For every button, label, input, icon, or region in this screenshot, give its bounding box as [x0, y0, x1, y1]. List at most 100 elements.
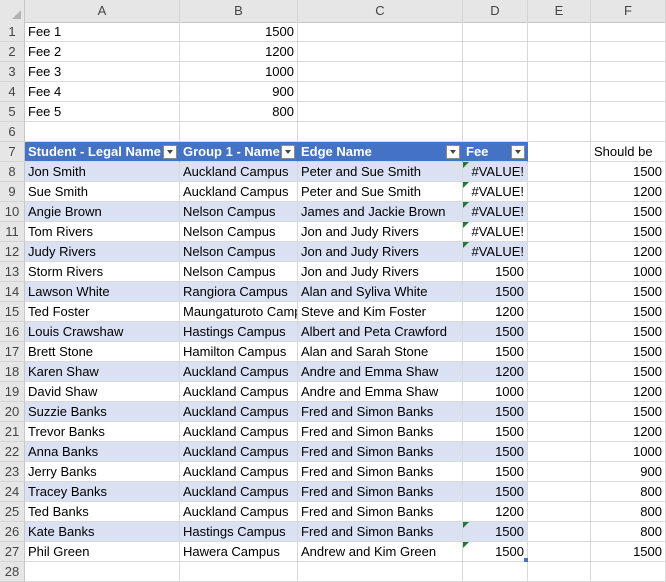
should-be-cell[interactable]: 1200 — [591, 182, 666, 202]
empty-cell[interactable] — [528, 162, 591, 182]
empty-cell[interactable] — [463, 122, 528, 142]
row-header[interactable]: 6 — [0, 122, 25, 142]
empty-cell[interactable] — [528, 122, 591, 142]
empty-cell[interactable] — [591, 62, 666, 82]
student-name-cell[interactable]: Tracey Banks — [25, 482, 180, 502]
student-name-cell[interactable]: Sue Smith — [25, 182, 180, 202]
empty-cell[interactable] — [528, 282, 591, 302]
group-name-cell[interactable]: Auckland Campus — [180, 362, 298, 382]
should-be-header[interactable]: Should be — [591, 142, 666, 162]
group-name-cell[interactable]: Auckland Campus — [180, 442, 298, 462]
row-header[interactable]: 10 — [0, 202, 25, 222]
should-be-cell[interactable]: 1000 — [591, 262, 666, 282]
fee-cell[interactable]: #VALUE! — [463, 242, 528, 262]
group-name-cell[interactable]: Nelson Campus — [180, 262, 298, 282]
table-header-3[interactable]: Edge Name — [298, 142, 463, 162]
row-header[interactable]: 15 — [0, 302, 25, 322]
student-name-cell[interactable]: Ted Banks — [25, 502, 180, 522]
fee-value-cell[interactable]: 900 — [180, 82, 298, 102]
should-be-cell[interactable]: 1500 — [591, 542, 666, 562]
row-header[interactable]: 26 — [0, 522, 25, 542]
empty-cell[interactable] — [591, 102, 666, 122]
edge-name-cell[interactable]: Albert and Peta Crawford — [298, 322, 463, 342]
fee-cell[interactable]: 1500 — [463, 442, 528, 462]
table-resize-handle[interactable] — [524, 558, 528, 562]
empty-cell[interactable] — [463, 82, 528, 102]
student-name-cell[interactable]: Karen Shaw — [25, 362, 180, 382]
row-header[interactable]: 12 — [0, 242, 25, 262]
group-name-cell[interactable]: Hamilton Campus — [180, 342, 298, 362]
empty-cell[interactable] — [298, 562, 463, 582]
empty-cell[interactable] — [298, 42, 463, 62]
row-header[interactable]: 1 — [0, 22, 25, 42]
fee-cell[interactable]: #VALUE! — [463, 182, 528, 202]
edge-name-cell[interactable]: Jon and Judy Rivers — [298, 262, 463, 282]
row-header[interactable]: 18 — [0, 362, 25, 382]
empty-cell[interactable] — [528, 442, 591, 462]
empty-cell[interactable] — [528, 322, 591, 342]
student-name-cell[interactable]: Suzzie Banks — [25, 402, 180, 422]
group-name-cell[interactable]: Auckland Campus — [180, 422, 298, 442]
filter-dropdown-icon[interactable] — [163, 145, 177, 159]
edge-name-cell[interactable]: Fred and Simon Banks — [298, 522, 463, 542]
should-be-cell[interactable]: 800 — [591, 502, 666, 522]
student-name-cell[interactable]: Phil Green — [25, 542, 180, 562]
empty-cell[interactable] — [180, 122, 298, 142]
student-name-cell[interactable]: Lawson White — [25, 282, 180, 302]
edge-name-cell[interactable]: Peter and Sue Smith — [298, 162, 463, 182]
fee-cell[interactable]: 1500 — [463, 342, 528, 362]
empty-cell[interactable] — [528, 142, 591, 162]
student-name-cell[interactable]: Angie Brown — [25, 202, 180, 222]
edge-name-cell[interactable]: Fred and Simon Banks — [298, 402, 463, 422]
should-be-cell[interactable]: 1500 — [591, 162, 666, 182]
empty-cell[interactable] — [298, 82, 463, 102]
group-name-cell[interactable]: Nelson Campus — [180, 202, 298, 222]
row-header[interactable]: 21 — [0, 422, 25, 442]
fee-label-cell[interactable]: Fee 3 — [25, 62, 180, 82]
empty-cell[interactable] — [25, 562, 180, 582]
should-be-cell[interactable]: 1500 — [591, 282, 666, 302]
fee-cell[interactable]: 1500 — [463, 402, 528, 422]
row-header[interactable]: 25 — [0, 502, 25, 522]
fee-cell[interactable]: 1500 — [463, 462, 528, 482]
should-be-cell[interactable]: 1500 — [591, 402, 666, 422]
empty-cell[interactable] — [528, 242, 591, 262]
student-name-cell[interactable]: Trevor Banks — [25, 422, 180, 442]
edge-name-cell[interactable]: Fred and Simon Banks — [298, 422, 463, 442]
should-be-cell[interactable]: 1200 — [591, 242, 666, 262]
empty-cell[interactable] — [463, 562, 528, 582]
empty-cell[interactable] — [528, 222, 591, 242]
row-header[interactable]: 24 — [0, 482, 25, 502]
fee-value-cell[interactable]: 1000 — [180, 62, 298, 82]
should-be-cell[interactable]: 800 — [591, 522, 666, 542]
group-name-cell[interactable]: Auckland Campus — [180, 482, 298, 502]
empty-cell[interactable] — [528, 422, 591, 442]
edge-name-cell[interactable]: Fred and Simon Banks — [298, 502, 463, 522]
empty-cell[interactable] — [528, 42, 591, 62]
empty-cell[interactable] — [298, 22, 463, 42]
edge-name-cell[interactable]: Fred and Simon Banks — [298, 462, 463, 482]
empty-cell[interactable] — [463, 22, 528, 42]
column-header-f[interactable]: F — [591, 0, 666, 22]
select-all-corner[interactable] — [0, 0, 25, 22]
empty-cell[interactable] — [25, 122, 180, 142]
empty-cell[interactable] — [463, 102, 528, 122]
table-header-1[interactable]: Student - Legal Name — [25, 142, 180, 162]
fee-cell[interactable]: 1500 — [463, 262, 528, 282]
empty-cell[interactable] — [591, 122, 666, 142]
row-header[interactable]: 27 — [0, 542, 25, 562]
empty-cell[interactable] — [528, 462, 591, 482]
should-be-cell[interactable]: 900 — [591, 462, 666, 482]
student-name-cell[interactable]: Tom Rivers — [25, 222, 180, 242]
error-indicator-icon[interactable] — [463, 242, 469, 248]
student-name-cell[interactable]: Jon Smith — [25, 162, 180, 182]
should-be-cell[interactable]: 1500 — [591, 362, 666, 382]
fee-cell[interactable]: 1200 — [463, 302, 528, 322]
fee-value-cell[interactable]: 1500 — [180, 22, 298, 42]
group-name-cell[interactable]: Auckland Campus — [180, 462, 298, 482]
filter-dropdown-icon[interactable] — [446, 145, 460, 159]
fee-cell[interactable]: 1500 — [463, 422, 528, 442]
group-name-cell[interactable]: Hastings Campus — [180, 322, 298, 342]
should-be-cell[interactable]: 1200 — [591, 382, 666, 402]
empty-cell[interactable] — [591, 42, 666, 62]
